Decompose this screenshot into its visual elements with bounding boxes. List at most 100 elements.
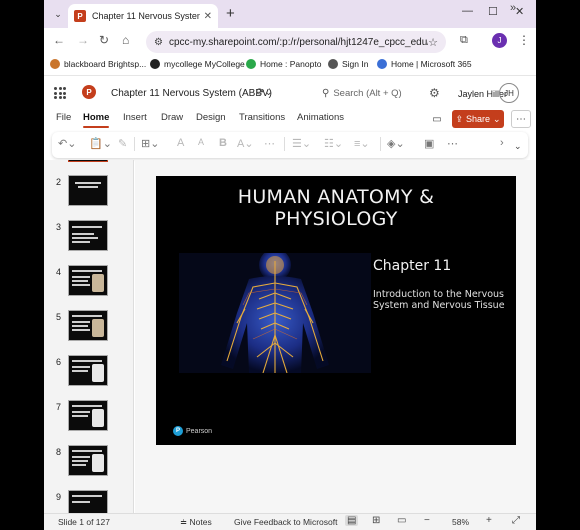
font-color-icon[interactable]: A⌄ (237, 137, 254, 150)
undo-icon[interactable]: ↶⌄ (58, 137, 76, 150)
shapes-icon[interactable]: ◈⌄ (387, 137, 405, 150)
bookmark-microsoft365[interactable]: Home | Microsoft 365 (377, 59, 472, 69)
slide-thumbnail[interactable]: 7 (44, 400, 133, 440)
slide-thumbnail-image (68, 445, 108, 476)
user-avatar[interactable]: JH (499, 83, 519, 103)
slide-sorter-icon[interactable]: ⊞ (372, 515, 380, 526)
slide-thumbnail-image (68, 220, 108, 251)
comments-icon[interactable]: ▭ (429, 111, 445, 127)
forward-arrow-icon[interactable]: → (77, 33, 89, 47)
notes-button[interactable]: ≐ Notes (180, 517, 212, 528)
app-launcher-icon[interactable] (54, 87, 66, 99)
maximize-icon[interactable]: ☐ (488, 5, 498, 18)
url-bar[interactable]: ⚙ cpcc-my.sharepoint.com/:p:/r/personal/… (146, 31, 446, 53)
slide-thumbnail-image (68, 490, 108, 513)
paste-icon[interactable]: 📋⌄ (89, 137, 112, 150)
slide-thumbnail[interactable]: 5 (44, 310, 133, 350)
browser-menu-icon[interactable]: ⋮ (518, 33, 530, 47)
slide-number: 8 (56, 447, 62, 457)
nervous-system-image[interactable] (179, 253, 371, 373)
search-box[interactable]: ⚲ Search (Alt + Q) (316, 83, 426, 103)
active-tab-indicator (83, 126, 109, 128)
close-window-icon[interactable]: ✕ (515, 5, 524, 18)
bullets-icon[interactable]: ☰⌄ (292, 137, 311, 150)
bookmark-blackboard[interactable]: blackboard Brightsp... (50, 59, 146, 69)
slide-thumbnail[interactable]: 3 (44, 220, 133, 260)
publisher-logo: P Pearson (173, 426, 212, 436)
tab-insert[interactable]: Insert (123, 112, 147, 123)
slide-title[interactable]: HUMAN ANATOMY & PHYSIOLOGY (156, 186, 516, 230)
current-slide[interactable]: HUMAN ANATOMY & PHYSIOLOGY Chapter 11 In… (156, 176, 516, 445)
bookmark-signin[interactable]: Sign In (328, 59, 368, 69)
back-arrow-icon[interactable]: ← (53, 33, 65, 47)
increase-font-icon[interactable]: A (177, 137, 184, 149)
slide-thumbnail[interactable]: 9 (44, 490, 133, 513)
chapter-heading[interactable]: Chapter 11 (373, 258, 451, 274)
toolbar-more-icon[interactable]: ⋯ (447, 137, 458, 150)
align-icon[interactable]: ≡⌄ (354, 137, 370, 150)
bookmarks-overflow-icon[interactable]: » (510, 2, 516, 14)
tab-design[interactable]: Design (196, 112, 226, 123)
site-info-icon[interactable]: ⚙ (154, 37, 163, 48)
slide-thumbnail[interactable]: 4 (44, 265, 133, 305)
decrease-font-icon[interactable]: A (198, 137, 204, 147)
slide-thumbnail-pane[interactable]: 2 3 4 5 6 7 8 9 (44, 160, 134, 513)
profile-avatar[interactable]: J (492, 33, 507, 48)
zoom-level[interactable]: 58% (452, 517, 469, 527)
bookmark-panopto[interactable]: Home : Panopto (246, 59, 321, 69)
numbering-icon[interactable]: ☷⌄ (324, 137, 343, 150)
tab-transitions[interactable]: Transitions (239, 112, 285, 123)
fit-to-window-icon[interactable]: ⤢ (512, 515, 520, 526)
microsoft-icon (377, 59, 387, 69)
more-font-icon[interactable]: ⋯ (264, 137, 275, 150)
share-button[interactable]: ⇪ Share ⌄ (452, 110, 504, 128)
tab-draw[interactable]: Draw (161, 112, 183, 123)
toolbar-divider (134, 137, 135, 151)
toolbar-scroll-right-icon[interactable]: › (500, 137, 504, 149)
format-painter-icon[interactable]: ✎ (118, 137, 127, 150)
tab-animations[interactable]: Animations (297, 112, 344, 123)
home-icon[interactable]: ⌂ (122, 33, 129, 47)
powerpoint-favicon-icon: P (74, 10, 86, 22)
tab-file[interactable]: File (56, 112, 71, 123)
designer-icon[interactable]: ▣ (424, 137, 434, 150)
slide-number: 7 (56, 402, 62, 412)
feedback-link[interactable]: Give Feedback to Microsoft (234, 517, 337, 527)
bookmark-label: Home : Panopto (260, 59, 322, 69)
bold-icon[interactable]: B (219, 137, 227, 149)
slide-thumbnail-1[interactable] (68, 160, 108, 162)
slide-number: 4 (56, 267, 62, 277)
tab-home[interactable]: Home (83, 112, 109, 123)
reload-icon[interactable]: ↻ (99, 33, 109, 47)
slide-thumbnail-image (68, 265, 108, 296)
extensions-puzzle-icon[interactable]: ⧉ (460, 34, 468, 47)
more-options-icon[interactable]: ⋯ (511, 110, 531, 128)
minimize-icon[interactable]: — (462, 5, 473, 17)
search-placeholder: Search (Alt + Q) (333, 87, 402, 99)
slide-thumbnail[interactable]: 6 (44, 355, 133, 395)
new-slide-icon[interactable]: ⊞⌄ (141, 137, 159, 150)
tab-search-chevron-icon[interactable]: ⌄ (50, 6, 66, 22)
bookmark-mycollege[interactable]: mycollege MyCollege (150, 59, 245, 69)
tab-title: Chapter 11 Nervous System (A (92, 11, 200, 21)
bookmark-label: Home | Microsoft 365 (391, 59, 472, 69)
sync-status-icon[interactable]: ⟳⌄ (256, 87, 273, 98)
url-text: cpcc-my.sharepoint.com/:p:/r/personal/hj… (168, 36, 429, 48)
collapse-ribbon-icon[interactable]: ⌄ (514, 141, 522, 152)
normal-view-icon[interactable]: ▤ (345, 515, 359, 526)
slide-thumbnail[interactable]: 8 (44, 445, 133, 485)
notes-label: Notes (189, 517, 212, 527)
reading-view-icon[interactable]: ▭ (397, 515, 406, 526)
slide-thumbnail[interactable]: 2 (44, 175, 133, 215)
bookmark-star-icon[interactable]: ☆ (428, 36, 438, 49)
slide-number: 9 (56, 492, 62, 502)
document-title[interactable]: Chapter 11 Nervous System (ABBV) (111, 88, 272, 99)
new-tab-plus-icon[interactable]: + (226, 5, 235, 22)
browser-tab[interactable]: P Chapter 11 Nervous System (A ✕ (68, 4, 218, 28)
zoom-in-icon[interactable]: + (486, 515, 492, 526)
tab-close-icon[interactable]: ✕ (204, 11, 212, 22)
zoom-out-icon[interactable]: − (424, 515, 430, 526)
chevron-down-icon: ⌄ (493, 113, 501, 124)
settings-gear-icon[interactable]: ⚙ (429, 86, 440, 100)
slide-subtitle[interactable]: Introduction to the Nervous System and N… (373, 289, 508, 311)
